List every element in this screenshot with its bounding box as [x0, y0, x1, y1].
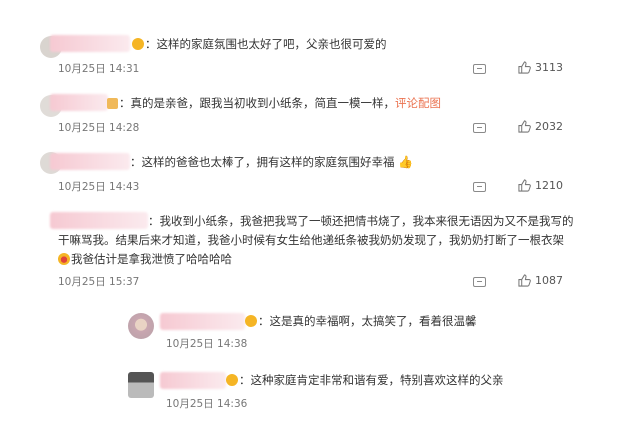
reply-text: ：这种家庭肯定非常和谐有爱，特别喜欢这样的父亲: [226, 371, 504, 390]
smile-emoji-icon: [226, 374, 238, 386]
avatar[interactable]: [128, 372, 154, 398]
reply-item: ：这种家庭肯定非常和谐有爱，特别喜欢这样的父亲 10月25日 14:36: [0, 0, 641, 429]
username-blurred[interactable]: [160, 372, 226, 389]
reply-time: 10月25日 14:36: [166, 398, 248, 410]
